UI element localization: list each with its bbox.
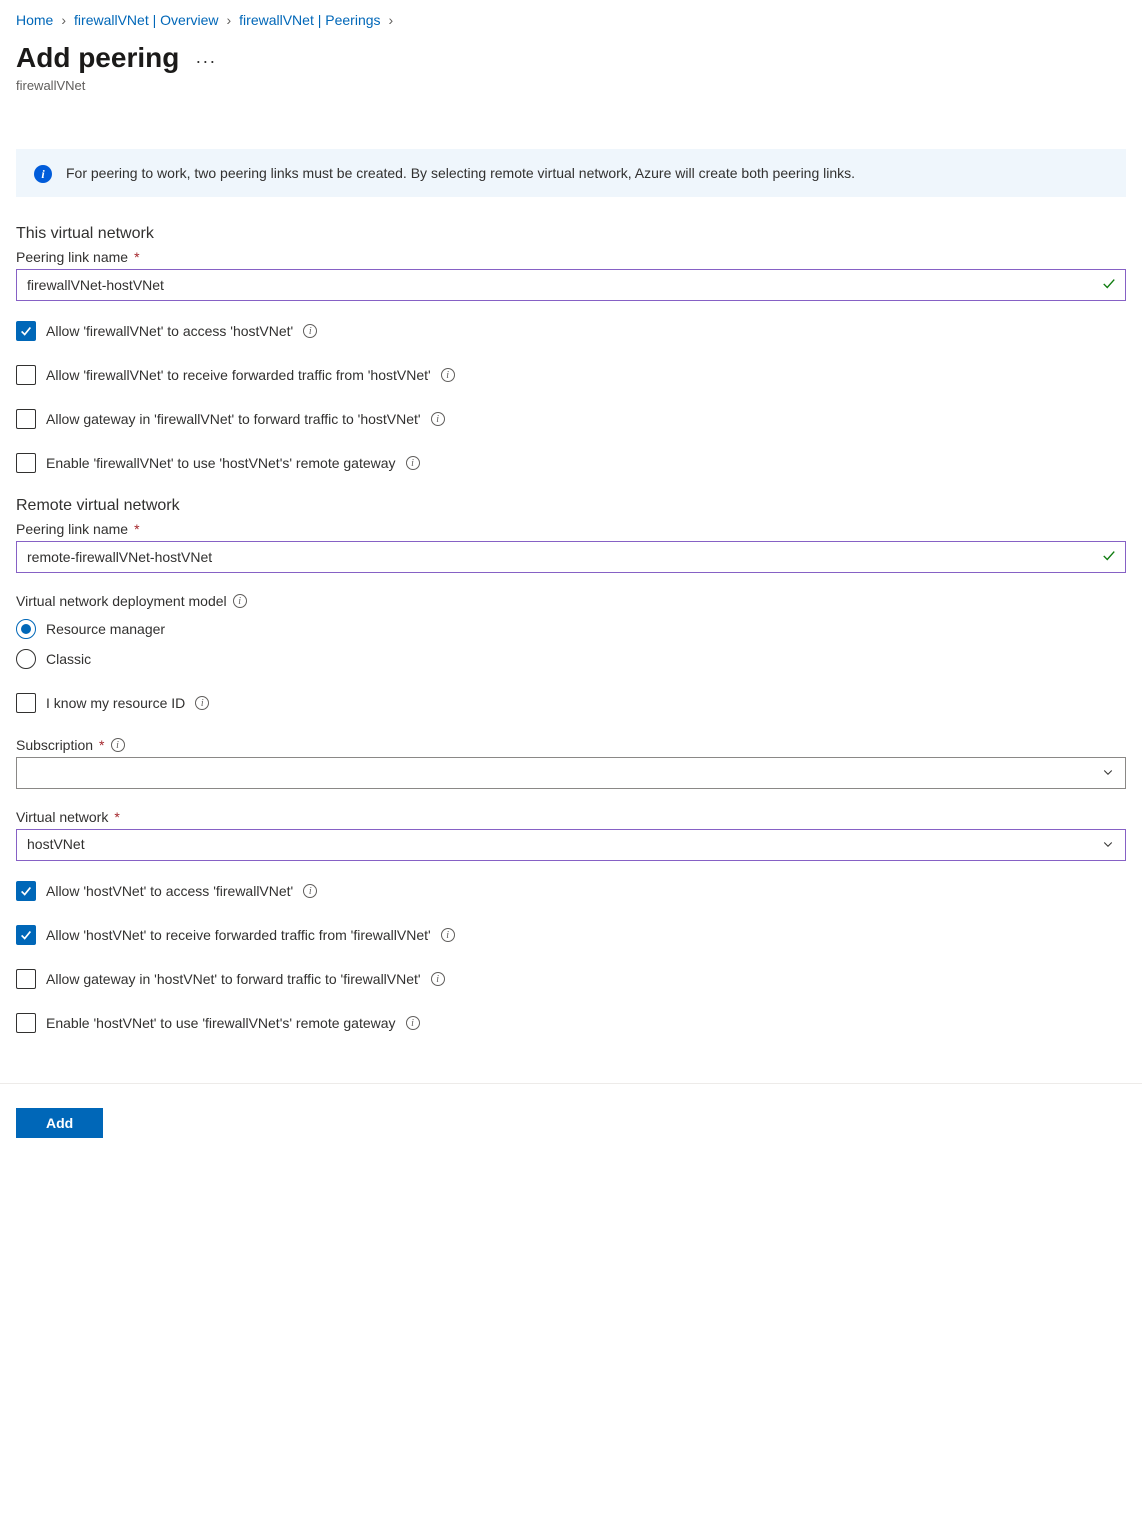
page-title: Add peering [16,42,179,74]
add-button[interactable]: Add [16,1108,103,1138]
page-subtitle: firewallVNet [16,78,1126,93]
radio-label: Classic [46,651,91,667]
section-title-this-vnet: This virtual network [16,225,1126,243]
checkbox-label: Enable 'hostVNet' to use 'firewallVNet's… [46,1015,396,1031]
virtual-network-select[interactable]: hostVNet [16,829,1126,861]
info-tip-icon[interactable]: i [303,324,317,338]
checkbox-allow-forwarded-remote[interactable] [16,925,36,945]
valid-check-icon [1102,277,1116,294]
required-asterisk: * [134,249,139,265]
subscription-label: Subscription [16,737,93,753]
remote-peering-link-name-input[interactable] [16,541,1126,573]
radio-resource-manager[interactable] [16,619,36,639]
virtual-network-label: Virtual network [16,809,108,825]
info-tip-icon[interactable]: i [431,972,445,986]
info-tip-icon[interactable]: i [406,456,420,470]
info-icon: i [34,165,52,183]
chevron-right-icon: › [226,12,231,28]
checkbox-gateway-fwd-this[interactable] [16,409,36,429]
radio-classic[interactable] [16,649,36,669]
more-icon[interactable]: ··· [195,45,216,72]
chevron-right-icon: › [389,12,394,28]
checkbox-remote-gw-this[interactable] [16,453,36,473]
valid-check-icon [1102,549,1116,566]
checkbox-allow-forwarded-this[interactable] [16,365,36,385]
checkbox-label: Allow 'hostVNet' to receive forwarded tr… [46,927,431,943]
required-asterisk: * [99,737,104,753]
breadcrumb-overview[interactable]: firewallVNet | Overview [74,12,218,28]
checkbox-allow-access-remote[interactable] [16,881,36,901]
peering-link-name-label: Peering link name [16,249,128,265]
info-text: For peering to work, two peering links m… [66,163,855,183]
info-tip-icon[interactable]: i [303,884,317,898]
breadcrumb-peerings[interactable]: firewallVNet | Peerings [239,12,380,28]
section-title-remote-vnet: Remote virtual network [16,497,1126,515]
checkbox-label: Allow 'firewallVNet' to access 'hostVNet… [46,323,293,339]
remote-peering-link-name-label: Peering link name [16,521,128,537]
info-tip-icon[interactable]: i [233,594,247,608]
checkbox-label: I know my resource ID [46,695,185,711]
breadcrumb: Home › firewallVNet | Overview › firewal… [16,12,1126,28]
checkbox-label: Allow 'firewallVNet' to receive forwarde… [46,367,431,383]
peering-link-name-input[interactable] [16,269,1126,301]
checkbox-remote-gw-remote[interactable] [16,1013,36,1033]
checkbox-allow-access-this[interactable] [16,321,36,341]
required-asterisk: * [134,521,139,537]
info-tip-icon[interactable]: i [431,412,445,426]
checkbox-label: Allow gateway in 'firewallVNet' to forwa… [46,411,421,427]
info-tip-icon[interactable]: i [195,696,209,710]
info-tip-icon[interactable]: i [406,1016,420,1030]
checkbox-label: Allow 'hostVNet' to access 'firewallVNet… [46,883,293,899]
checkbox-gateway-fwd-remote[interactable] [16,969,36,989]
radio-label: Resource manager [46,621,165,637]
subscription-select[interactable] [16,757,1126,789]
info-tip-icon[interactable]: i [441,368,455,382]
required-asterisk: * [114,809,119,825]
info-tip-icon[interactable]: i [111,738,125,752]
info-banner: i For peering to work, two peering links… [16,149,1126,197]
chevron-right-icon: › [61,12,66,28]
checkbox-label: Allow gateway in 'hostVNet' to forward t… [46,971,421,987]
breadcrumb-home[interactable]: Home [16,12,53,28]
deployment-model-label: Virtual network deployment model [16,593,227,609]
checkbox-know-resource-id[interactable] [16,693,36,713]
checkbox-label: Enable 'firewallVNet' to use 'hostVNet's… [46,455,396,471]
info-tip-icon[interactable]: i [441,928,455,942]
